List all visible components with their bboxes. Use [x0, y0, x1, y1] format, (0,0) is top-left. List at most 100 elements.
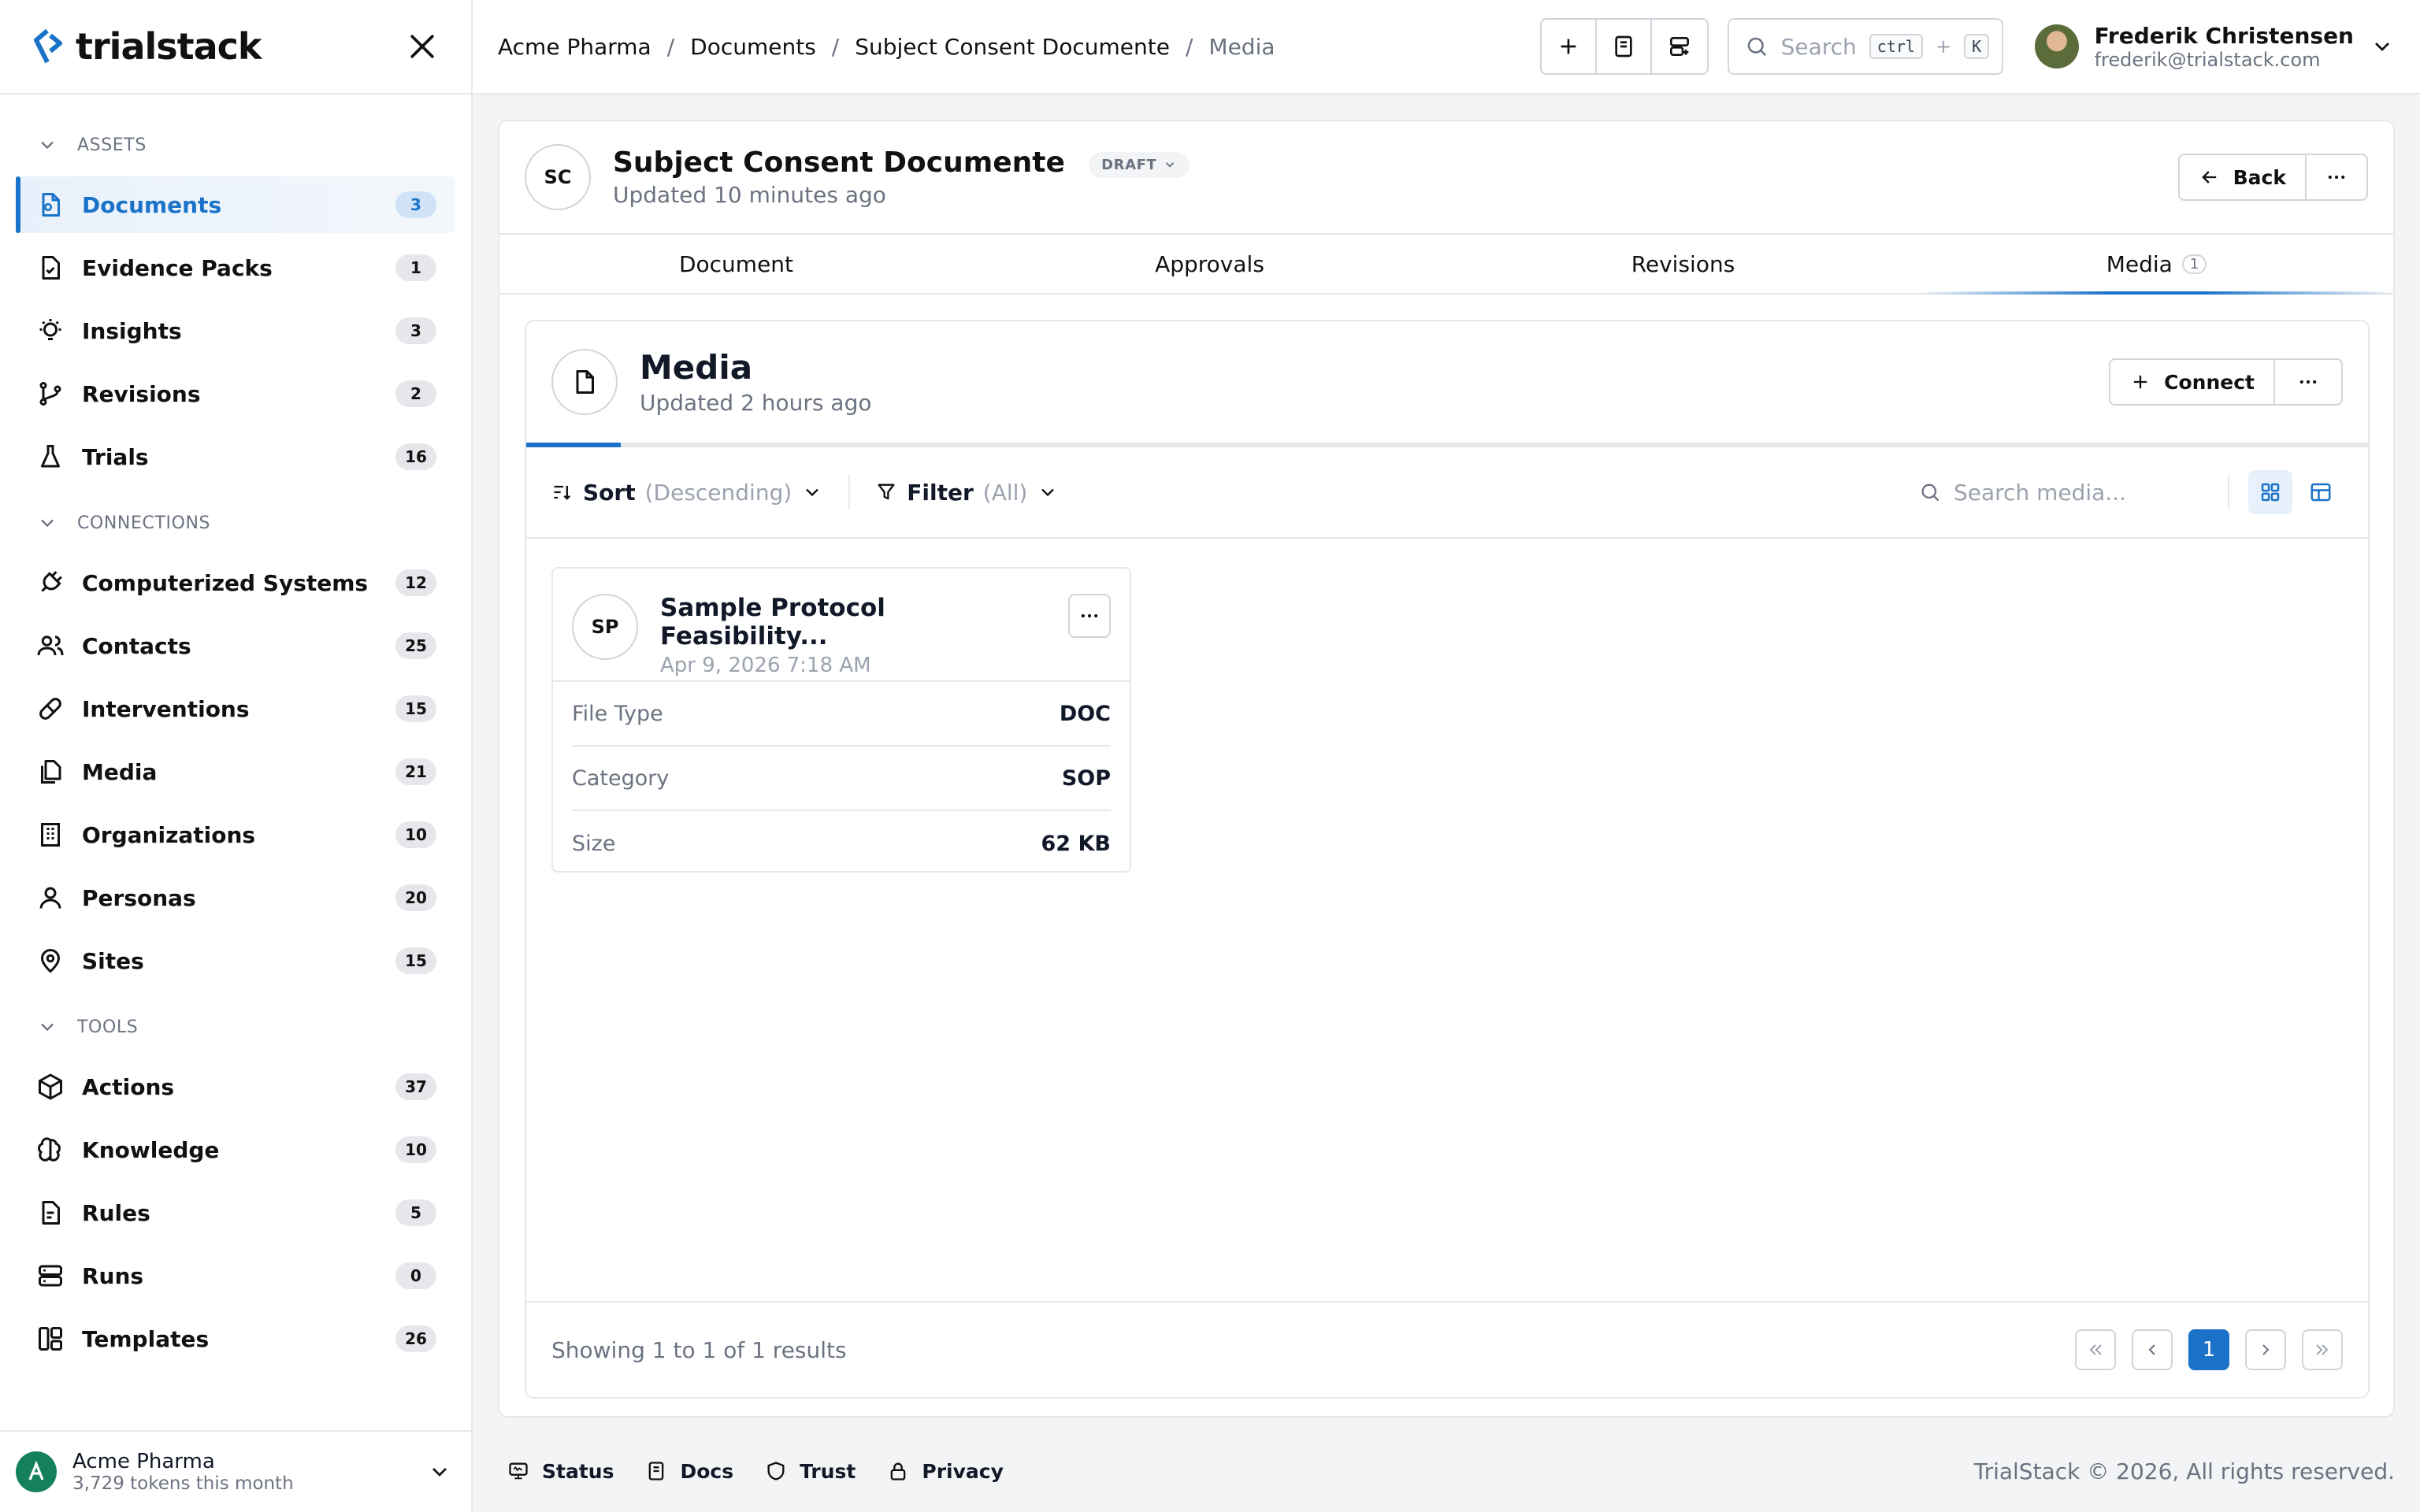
count-badge: 10 — [395, 1136, 436, 1163]
filter-dropdown[interactable]: Filter (All) — [875, 480, 1059, 506]
sidebar-item-runs[interactable]: Runs 0 — [16, 1247, 455, 1304]
user-name: Frederik Christensen — [2094, 22, 2354, 49]
media-card[interactable]: SP Sample Protocol Feasibility... Apr 9,… — [551, 567, 1131, 873]
prev-page-button[interactable] — [2132, 1329, 2173, 1370]
add-button[interactable] — [1542, 20, 1597, 73]
file-rules-icon — [36, 1199, 65, 1227]
field-value: DOC — [1059, 701, 1111, 726]
sort-value: (Descending) — [644, 479, 792, 506]
sidebar-item-media[interactable]: Media 21 — [16, 743, 455, 800]
close-icon[interactable] — [405, 29, 440, 64]
card-more-button[interactable] — [1067, 594, 1111, 638]
media-more-button[interactable] — [2275, 360, 2341, 404]
media-card-title[interactable]: Sample Protocol Feasibility... — [660, 594, 1046, 650]
sort-dropdown[interactable]: Sort (Descending) — [551, 480, 823, 506]
tab-approvals[interactable]: Approvals — [973, 235, 1446, 293]
media-search-input[interactable]: Search media... — [1919, 480, 2228, 506]
sidebar-item-label: Sites — [82, 947, 144, 974]
sidebar-item-insights[interactable]: Insights 3 — [16, 302, 455, 359]
breadcrumb-current: Media — [1208, 33, 1275, 60]
last-page-button[interactable] — [2302, 1329, 2343, 1370]
arrow-left-icon — [2199, 166, 2221, 188]
next-page-button[interactable] — [2245, 1329, 2286, 1370]
tab-media[interactable]: Media 1 — [1920, 235, 2393, 295]
sidebar-item-actions[interactable]: Actions 37 — [16, 1058, 455, 1115]
sidebar-item-computerized-systems[interactable]: Computerized Systems 12 — [16, 554, 455, 611]
box-icon — [36, 1073, 65, 1101]
sidebar-item-evidence-packs[interactable]: Evidence Packs 1 — [16, 239, 455, 296]
sidebar-item-sites[interactable]: Sites 15 — [16, 932, 455, 989]
chevron-down-icon[interactable] — [2370, 34, 2395, 59]
status-label: DRAFT — [1101, 156, 1157, 173]
tab-count-badge: 1 — [2181, 254, 2207, 274]
breadcrumb-item[interactable]: Subject Consent Documente — [855, 34, 1170, 60]
sidebar-section-header[interactable]: ASSETS — [16, 113, 455, 176]
notebook-button[interactable] — [1597, 20, 1652, 73]
quick-actions — [1539, 18, 1709, 75]
count-badge: 3 — [395, 317, 436, 344]
table-view-button[interactable] — [2299, 470, 2343, 514]
tab-label: Approvals — [1155, 250, 1264, 277]
global-search[interactable]: Search ctrl + K — [1727, 18, 2003, 75]
divider — [2228, 475, 2229, 510]
book-icon — [645, 1460, 667, 1482]
count-badge: 15 — [395, 695, 436, 722]
count-badge: 5 — [395, 1199, 436, 1226]
page-footer: Status Docs Trust Privacy TrialStack © 2… — [473, 1430, 2420, 1512]
kbd-plus: + — [1935, 35, 1952, 57]
sidebar-item-label: Insights — [82, 317, 182, 344]
sidebar-item-label: Evidence Packs — [82, 254, 273, 281]
back-label: Back — [2233, 165, 2286, 189]
footer-link-label: Docs — [680, 1459, 734, 1483]
sidebar-item-templates[interactable]: Templates 26 — [16, 1310, 455, 1367]
filter-value: (All) — [982, 479, 1028, 506]
breadcrumb-item[interactable]: Acme Pharma — [498, 34, 651, 60]
media-panel: Media Updated 2 hours ago Connect Sort (… — [525, 320, 2370, 1399]
field-row: Category SOP — [572, 747, 1111, 811]
footer-link-docs[interactable]: Docs — [645, 1460, 733, 1483]
breadcrumb-item[interactable]: Documents — [690, 34, 816, 60]
grid-view-button[interactable] — [2248, 470, 2292, 514]
sidebar-section-header[interactable]: CONNECTIONS — [16, 491, 455, 554]
sidebar-item-interventions[interactable]: Interventions 15 — [16, 680, 455, 737]
org-switcher[interactable]: Acme Pharma 3,729 tokens this month — [0, 1430, 471, 1512]
footer-link-trust[interactable]: Trust — [765, 1460, 856, 1483]
more-button[interactable] — [2307, 155, 2366, 199]
footer-link-status[interactable]: Status — [507, 1460, 614, 1483]
users-icon — [36, 632, 65, 660]
connect-button[interactable]: Connect — [2110, 360, 2275, 404]
sidebar-item-organizations[interactable]: Organizations 10 — [16, 806, 455, 863]
tab-label: Media — [2106, 250, 2173, 277]
topbar: Acme Pharma / Documents / Subject Consen… — [473, 0, 2420, 94]
more-horizontal-icon — [1078, 605, 1101, 627]
status-badge[interactable]: DRAFT — [1089, 151, 1190, 178]
back-button[interactable]: Back — [2180, 155, 2307, 199]
sidebar-item-contacts[interactable]: Contacts 25 — [16, 617, 455, 674]
page-button-current[interactable]: 1 — [2188, 1329, 2229, 1370]
sidebar-item-trials[interactable]: Trials 16 — [16, 428, 455, 485]
search-icon — [1919, 481, 1941, 503]
sidebar-item-knowledge[interactable]: Knowledge 10 — [16, 1121, 455, 1178]
sidebar-item-documents[interactable]: Documents 3 — [16, 176, 455, 233]
breadcrumb-separator: / — [831, 33, 840, 60]
sidebar-section-header[interactable]: TOOLS — [16, 995, 455, 1058]
database-button[interactable] — [1652, 20, 1707, 73]
user-menu[interactable]: Frederik Christensen frederik@trialstack… — [2034, 22, 2395, 71]
count-badge: 21 — [395, 758, 436, 785]
sidebar-item-rules[interactable]: Rules 5 — [16, 1184, 455, 1241]
chevron-down-icon[interactable] — [427, 1459, 452, 1484]
tab-revisions[interactable]: Revisions — [1446, 235, 1920, 293]
sidebar-item-label: Templates — [82, 1325, 210, 1352]
results-summary: Showing 1 to 1 of 1 results — [551, 1336, 847, 1363]
sidebar-item-revisions[interactable]: Revisions 2 — [16, 365, 455, 422]
first-page-button[interactable] — [2075, 1329, 2116, 1370]
tab-document[interactable]: Document — [499, 235, 973, 293]
copyright: TrialStack © 2026, All rights reserved. — [1973, 1458, 2395, 1484]
brand-logo[interactable]: trialstack — [32, 25, 262, 68]
sidebar-item-personas[interactable]: Personas 20 — [16, 869, 455, 926]
footer-link-privacy[interactable]: Privacy — [887, 1460, 1004, 1483]
tab-label: Revisions — [1631, 250, 1735, 277]
field-value: SOP — [1061, 765, 1111, 791]
connect-label: Connect — [2164, 370, 2255, 394]
tab-label: Document — [678, 250, 794, 277]
